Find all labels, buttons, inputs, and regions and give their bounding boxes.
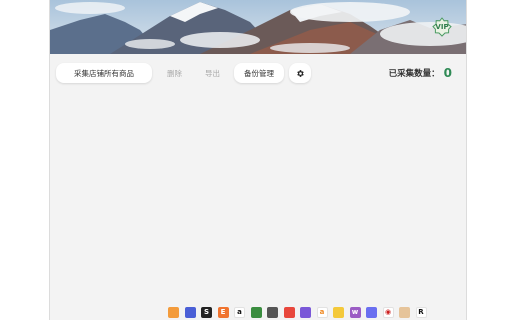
target-icon[interactable]: ◉ bbox=[382, 306, 394, 318]
shop-app-9-icon[interactable] bbox=[300, 306, 311, 318]
collected-count-value: 0 bbox=[443, 66, 452, 80]
gear-icon bbox=[296, 69, 304, 77]
settings-button[interactable] bbox=[289, 63, 311, 83]
export-button[interactable]: 导出 bbox=[205, 63, 220, 83]
collected-count: 已采集数量： 0 bbox=[389, 63, 452, 83]
platform-dock: S Ea a w ◉ R bbox=[168, 306, 427, 318]
vip-badge[interactable]: VIP bbox=[432, 17, 452, 37]
shop-app-15-icon[interactable] bbox=[399, 306, 410, 318]
shop-app-e-icon[interactable]: E bbox=[217, 306, 229, 318]
vip-label: VIP bbox=[435, 23, 449, 31]
mountain-illustration bbox=[50, 0, 466, 54]
shop-app-1-icon[interactable] bbox=[168, 306, 179, 318]
shop-app-6-icon[interactable] bbox=[250, 306, 262, 318]
shop-app-13-icon[interactable] bbox=[366, 306, 377, 318]
backup-management-button[interactable]: 备份管理 bbox=[234, 63, 284, 83]
shop-app-11-icon[interactable] bbox=[333, 306, 344, 318]
shop-app-a-icon[interactable]: a bbox=[316, 306, 328, 318]
mountain-banner: VIP bbox=[50, 0, 466, 54]
shop-app-7-icon[interactable] bbox=[267, 306, 278, 318]
toolbar: 采集店铺所有商品 删除 导出 备份管理 已采集数量： 0 bbox=[56, 63, 456, 83]
app-panel: VIP 采集店铺所有商品 删除 导出 备份管理 已采集数量： 0 S Ea a w ◉ R bbox=[49, 0, 467, 320]
collect-all-products-button[interactable]: 采集店铺所有商品 bbox=[56, 63, 152, 83]
delete-button[interactable]: 删除 bbox=[167, 63, 182, 83]
collected-count-label: 已采集数量： bbox=[388, 69, 440, 79]
woo-icon[interactable]: w bbox=[349, 306, 361, 318]
shop-app-2-icon[interactable] bbox=[184, 306, 196, 318]
shop-app-8-icon[interactable] bbox=[283, 306, 295, 318]
shop-app-r-icon[interactable]: R bbox=[415, 306, 427, 318]
shop-app-s-icon[interactable]: S bbox=[201, 306, 212, 318]
amazon-icon[interactable]: a bbox=[234, 306, 245, 318]
